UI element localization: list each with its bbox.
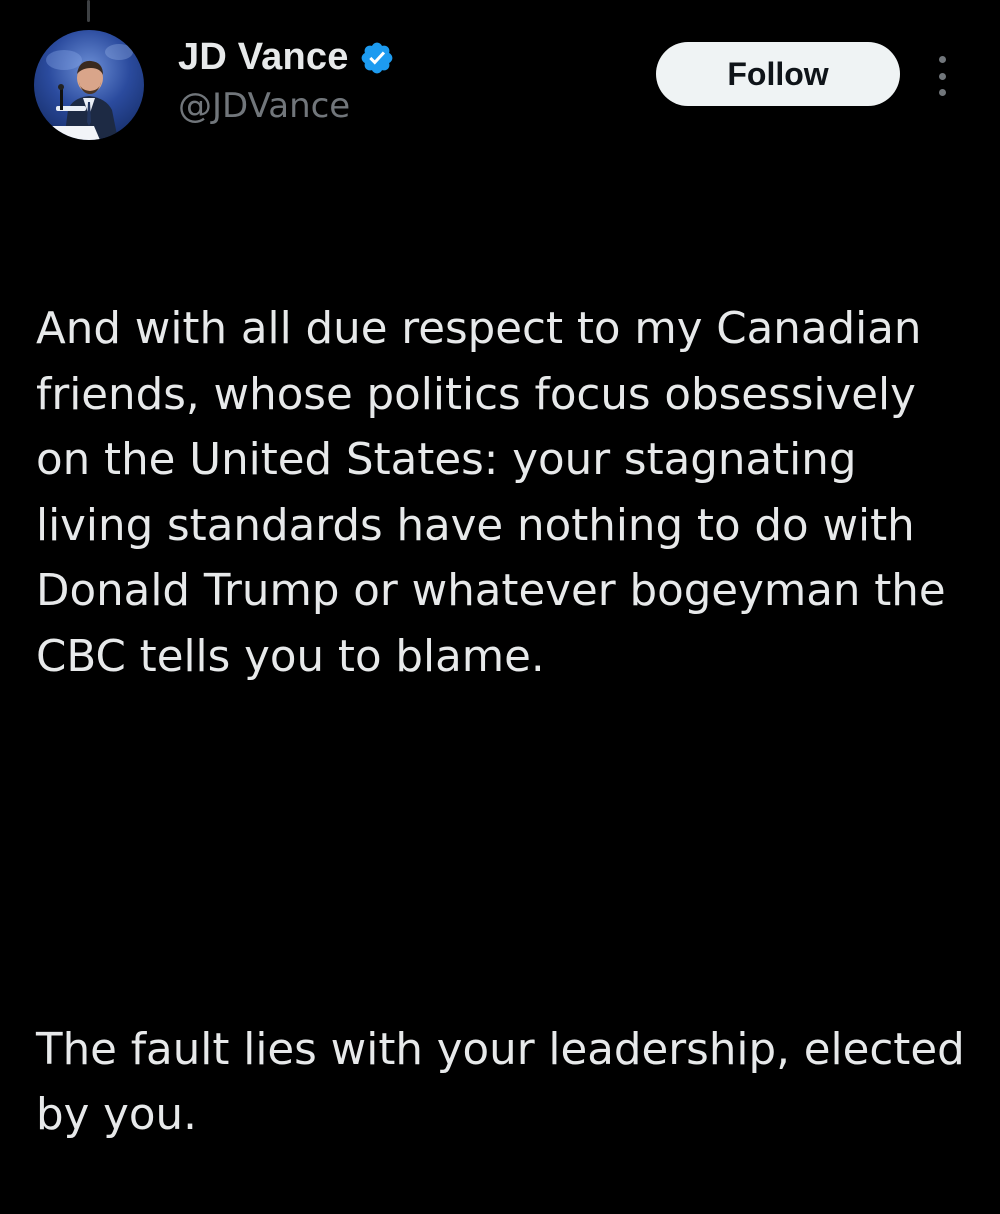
more-dot-icon [938,72,946,80]
avatar-photo-icon [42,44,133,140]
tweet-body: And with all due respect to my Canadian … [36,166,976,1214]
author-avatar[interactable] [34,30,144,140]
more-options-icon[interactable] [928,56,956,96]
tweet-paragraph-2: The fault lies with your leadership, ele… [36,1024,979,1141]
more-dot-icon [938,89,946,96]
author-name-row: JD Vance [178,36,395,79]
follow-button[interactable]: Follow [656,42,900,106]
tweet-paragraph-1: And with all due respect to my Canadian … [36,304,960,682]
thread-connector-line [87,0,90,22]
author-display-name[interactable]: JD Vance [178,36,349,79]
author-handle[interactable]: @JDVance [178,86,350,126]
verified-badge-icon[interactable] [359,40,395,76]
more-dot-icon [938,56,946,63]
